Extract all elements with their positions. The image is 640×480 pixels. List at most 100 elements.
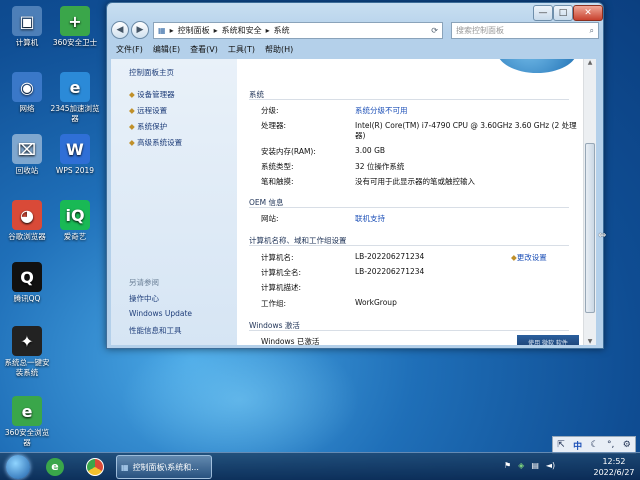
scrollbar[interactable]: ▲ ▼ xyxy=(583,59,596,345)
start-button[interactable] xyxy=(6,455,30,479)
menu-edit[interactable]: 编辑(E) xyxy=(148,43,185,57)
desktop-icon[interactable]: W WPS 2019 xyxy=(50,134,100,176)
app-icon: Q xyxy=(12,262,42,292)
scroll-down-icon[interactable]: ▼ xyxy=(584,338,596,345)
menu-view[interactable]: 查看(V) xyxy=(185,43,223,57)
sidebar-item-label: 远程设置 xyxy=(137,106,168,115)
breadcrumb-system[interactable]: 系统 xyxy=(274,25,290,36)
gear-icon[interactable]: ⚙ xyxy=(623,440,631,450)
online-support-link[interactable]: 联机支持 xyxy=(355,213,385,224)
rating-link[interactable]: 系统分级不可用 xyxy=(355,105,408,116)
breadcrumb-security[interactable]: 系统和安全 xyxy=(222,25,262,36)
app-icon: ⌧ xyxy=(12,134,42,164)
address-bar[interactable]: ▦ ▸ 控制面板 ▸ 系统和安全 ▸ 系统 ⟳ xyxy=(153,22,443,39)
sidebar-protection[interactable]: ◆ 系统保护 xyxy=(129,121,167,132)
clock[interactable]: 12:52 2022/6/27 xyxy=(592,456,636,478)
app-icon: + xyxy=(60,6,90,36)
moon-icon[interactable]: ☾ xyxy=(591,440,599,450)
desktop-icon-label: 计算机 xyxy=(15,38,39,47)
shield-icon: ◆ xyxy=(129,90,135,99)
desktop-icon[interactable]: +360安全卫士 xyxy=(50,6,100,48)
sidebar-windows-update[interactable]: Windows Update xyxy=(129,309,192,318)
breadcrumb-sep-icon: ▸ xyxy=(265,26,270,35)
punctuation-icon[interactable]: °, xyxy=(607,440,614,450)
sidebar-item-label: 设备管理器 xyxy=(137,90,175,99)
taskbar-window-label: 控制面板\系统和... xyxy=(132,462,199,472)
windows-logo xyxy=(497,59,577,73)
sidebar-home[interactable]: 控制面板主页 xyxy=(129,67,174,78)
search-input[interactable]: 搜索控制面板 ⌕ xyxy=(451,22,599,39)
volume-icon[interactable]: ◄) xyxy=(546,461,555,470)
fname-label: 计算机全名: xyxy=(261,268,302,277)
taskbar-window-button[interactable]: ▦ 控制面板\系统和... xyxy=(116,455,212,479)
sidebar-action-center[interactable]: 操作中心 xyxy=(129,293,159,304)
type-value: 32 位操作系统 xyxy=(355,162,405,171)
app-icon: W xyxy=(60,134,90,164)
breadcrumb-control-panel[interactable]: 控制面板 xyxy=(178,25,210,36)
breadcrumb-sep-icon: ▸ xyxy=(213,26,218,35)
sidebar-item-label: 系统保护 xyxy=(137,122,168,131)
sidebar-performance[interactable]: 性能信息和工具 xyxy=(129,325,182,336)
maximize-button[interactable]: □ xyxy=(553,5,573,21)
desc-label: 计算机描述: xyxy=(261,283,302,292)
desktop-icon-label: 2345加速浏览器 xyxy=(50,104,100,123)
desktop-icon-label: 回收站 xyxy=(15,166,39,175)
desktop-icon[interactable]: e 2345加速浏览器 xyxy=(50,72,100,124)
ime-switch-icon[interactable]: ⇱ xyxy=(557,440,565,450)
scrollbar-thumb[interactable] xyxy=(585,143,595,313)
sidebar-remote[interactable]: ◆ 远程设置 xyxy=(129,105,167,116)
cname-value: LB-202206271234 xyxy=(355,252,425,261)
control-panel-window[interactable]: — □ ✕ ◀ ▶ ▦ ▸ 控制面板 ▸ 系统和安全 ▸ 系统 ⟳ 搜索控制面板… xyxy=(106,2,604,349)
app-icon: e xyxy=(60,72,90,102)
cursor-icon: ⇔ xyxy=(598,230,607,241)
clock-date: 2022/6/27 xyxy=(593,468,635,477)
sidebar: 控制面板主页 ◆ 设备管理器 ◆ 远程设置 ◆ 系统保护 ◆ 高级系统设置 另请… xyxy=(111,59,237,345)
desktop-icon[interactable]: ⌧ 回收站 xyxy=(2,134,52,176)
divider xyxy=(249,207,569,208)
desktop-icon-label: 谷歌浏览器 xyxy=(8,232,46,241)
minimize-button[interactable]: — xyxy=(533,5,553,21)
close-button[interactable]: ✕ xyxy=(573,5,603,21)
menu-file[interactable]: 文件(F) xyxy=(111,43,148,57)
wallpaper-glow xyxy=(120,330,360,470)
desktop-icon[interactable]: ◉ 网络 xyxy=(2,72,52,114)
change-settings-link[interactable]: ◆更改设置 xyxy=(511,252,547,263)
desktop-icon[interactable]: ✦ 系统总一键安装系统 xyxy=(2,326,52,378)
divider xyxy=(249,99,569,100)
search-placeholder: 搜索控制面板 xyxy=(456,26,504,35)
cname-label: 计算机名: xyxy=(261,253,294,262)
forward-icon[interactable]: ▶ xyxy=(131,21,149,39)
menu-tools[interactable]: 工具(T) xyxy=(223,43,260,57)
desktop-icon-label: 系统总一键安装系统 xyxy=(4,358,50,377)
desktop-icon[interactable]: ▣ 计算机 xyxy=(2,6,52,48)
sidebar-advanced[interactable]: ◆ 高级系统设置 xyxy=(129,137,182,148)
scroll-up-icon[interactable]: ▲ xyxy=(584,59,596,66)
system-tray: ⚑ ◈ ▤ ◄) xyxy=(504,461,555,470)
refresh-icon[interactable]: ⟳ xyxy=(431,26,442,35)
sidebar-device-manager[interactable]: ◆ 设备管理器 xyxy=(129,89,175,100)
network-icon[interactable]: ▤ xyxy=(531,461,539,470)
chrome-icon[interactable] xyxy=(86,458,104,476)
menu-bar: 文件(F) 编辑(E) 查看(V) 工具(T) 帮助(H) xyxy=(111,43,599,57)
sidebar-item-label: 高级系统设置 xyxy=(137,138,183,147)
desktop-icon[interactable]: ◕ 谷歌浏览器 xyxy=(2,200,52,242)
see-also-heading: 另请参阅 xyxy=(129,278,159,287)
system-info-panel: 系统 分级: 系统分级不可用 处理器: Intel(R) Core(TM) i7… xyxy=(237,59,583,345)
desktop-icon[interactable]: Q 腾讯QQ xyxy=(2,262,52,304)
browser-360-icon[interactable]: e xyxy=(46,458,64,476)
shield-icon: ◆ xyxy=(129,122,135,131)
control-panel-icon: ▦ xyxy=(121,462,129,472)
ime-chinese-toggle[interactable]: 中 xyxy=(573,439,582,452)
desktop-icon-label: 爱奇艺 xyxy=(63,232,87,241)
desktop-icon[interactable]: e 360安全浏览器 xyxy=(2,396,52,448)
cpu-label: 处理器: xyxy=(261,121,287,130)
pen-value: 没有可用于此显示器的笔或触控输入 xyxy=(355,177,475,186)
desktop-icon[interactable]: iQ 爱奇艺 xyxy=(50,200,100,242)
desktop-icon-label: 360安全卫士 xyxy=(52,38,98,47)
shield-icon[interactable]: ◈ xyxy=(518,461,524,470)
menu-help[interactable]: 帮助(H) xyxy=(260,43,298,57)
back-icon[interactable]: ◀ xyxy=(111,21,129,39)
cpu-value-cont: 器) xyxy=(355,131,366,140)
control-panel-icon: ▦ xyxy=(158,26,166,35)
flag-icon[interactable]: ⚑ xyxy=(504,461,511,470)
